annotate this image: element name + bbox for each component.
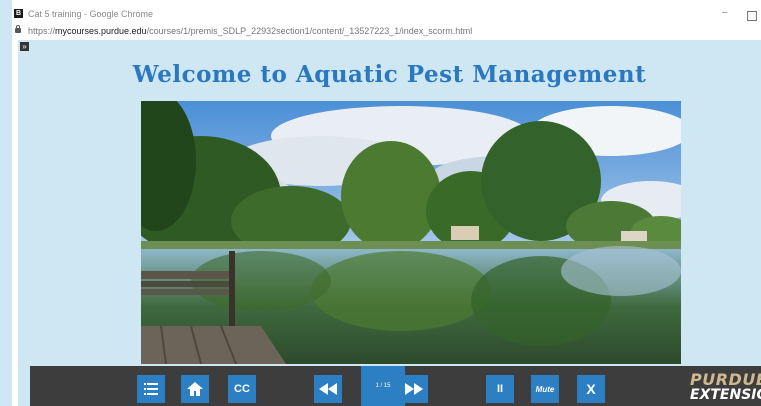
pond-photo bbox=[141, 101, 681, 364]
fast-forward-icon bbox=[405, 383, 423, 395]
address-bar[interactable]: https://mycourses.purdue.edu/courses/1/p… bbox=[12, 25, 761, 40]
course-content: » Welcome to Aquatic Pest Management CC … bbox=[18, 40, 761, 406]
url-path: /courses/1/premis_SDLP_22932section1/con… bbox=[146, 26, 473, 36]
mute-button[interactable]: Mute bbox=[531, 375, 559, 403]
home-button[interactable] bbox=[181, 375, 209, 403]
purdue-extension-logo: PURDUE EXTENSION bbox=[690, 370, 761, 404]
pause-button[interactable]: II bbox=[486, 375, 514, 403]
fast-forward-button[interactable] bbox=[400, 375, 428, 403]
url-domain: mycourses.purdue.edu bbox=[55, 26, 147, 36]
maximize-button[interactable] bbox=[747, 11, 757, 21]
rewind-button[interactable] bbox=[314, 375, 342, 403]
lock-icon bbox=[15, 25, 21, 33]
url-text[interactable]: https://mycourses.purdue.edu/courses/1/p… bbox=[28, 26, 472, 36]
app-icon: B bbox=[14, 9, 23, 18]
window-title: Cat 5 training - Google Chrome bbox=[28, 9, 154, 19]
rewind-icon bbox=[319, 383, 337, 395]
player-control-bar: CC 1 / 15 II Mute X PURDUE EXTENSION bbox=[30, 366, 761, 406]
home-icon bbox=[187, 382, 203, 396]
slide-counter: 1 / 15 bbox=[361, 366, 405, 406]
list-icon bbox=[144, 383, 158, 395]
minimize-button[interactable]: – bbox=[722, 7, 728, 18]
pond-photo-graphic bbox=[141, 101, 681, 364]
closed-captions-button[interactable]: CC bbox=[228, 375, 256, 403]
desktop-edge bbox=[0, 0, 12, 406]
url-prefix: https:// bbox=[28, 26, 56, 36]
logo-line-2: EXTENSION bbox=[690, 387, 761, 403]
menu-button[interactable] bbox=[137, 375, 165, 403]
title-bar: B Cat 5 training - Google Chrome – bbox=[12, 0, 761, 26]
exit-button[interactable]: X bbox=[577, 375, 605, 403]
expand-panel-icon[interactable]: » bbox=[20, 42, 29, 51]
page-title: Welcome to Aquatic Pest Management bbox=[132, 61, 647, 88]
